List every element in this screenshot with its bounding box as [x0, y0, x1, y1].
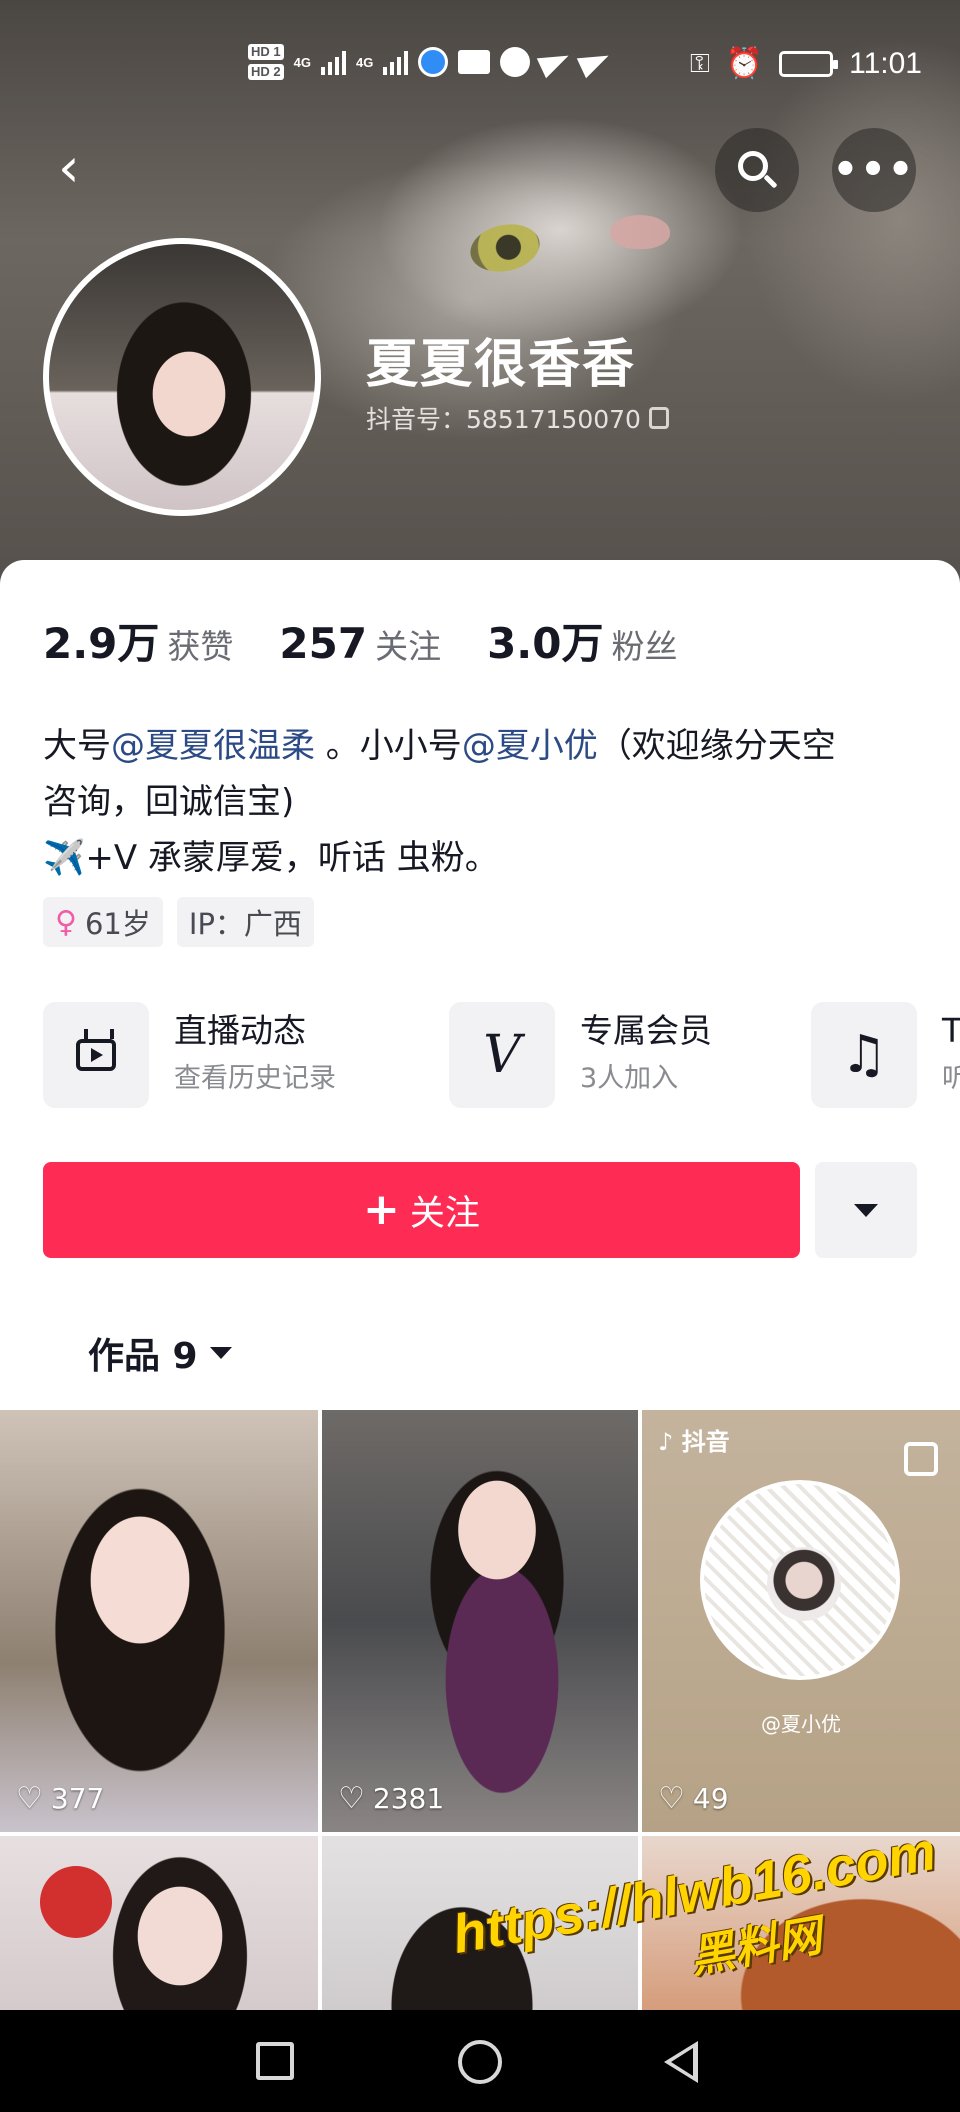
- profile-tags: ♀ 61岁 IP：广西: [43, 897, 314, 947]
- status-bar: HD 1 HD 2 4G 4G ⚿ ⏰ 11:01: [0, 40, 960, 92]
- entry-music-subtitle: 听: [942, 1063, 960, 1094]
- douyin-brand-text: 抖音: [681, 1428, 730, 1456]
- profile-bio: 大号@夏夏很温柔 。小小号@夏小优（欢迎缘分天空 咨询，回诚信宝) ✈️+V 承…: [43, 718, 923, 886]
- chevron-left-icon: ‹: [58, 136, 80, 199]
- like-count: ♡ 2381: [338, 1781, 444, 1816]
- video-thumb[interactable]: ♡ 2381: [322, 1410, 638, 1832]
- back-button[interactable]: ‹: [58, 140, 106, 196]
- douyin-id-text: 抖音号：58517150070: [366, 405, 641, 434]
- profile-stats: 2.9万 获赞 257 关注 3.0万 粉丝: [43, 610, 715, 671]
- hd2-badge: HD 2: [248, 64, 284, 80]
- bio-text: （欢迎缘分天空: [597, 726, 836, 766]
- recommend-dropdown-button[interactable]: [815, 1162, 917, 1258]
- bio-line-1: 大号@夏夏很温柔 。小小号@夏小优（欢迎缘分天空: [43, 718, 923, 774]
- ip-tag: IP：广西: [176, 897, 314, 947]
- bio-text: 。小小号: [315, 726, 462, 766]
- entry-live-subtitle: 查看历史记录: [174, 1063, 336, 1094]
- tv-icon: [76, 1039, 116, 1071]
- more-button[interactable]: •••: [832, 128, 916, 212]
- likes-label: 获赞: [167, 627, 234, 666]
- recents-icon[interactable]: [256, 2042, 294, 2080]
- entry-music[interactable]: ♫ T 听: [811, 1001, 960, 1109]
- hd1-badge: HD 1: [248, 44, 284, 60]
- multi-image-icon: [904, 1442, 938, 1476]
- followers-count[interactable]: 3.0万: [487, 610, 603, 671]
- douyin-brand: ♪ 抖音: [658, 1422, 730, 1457]
- douyin-id[interactable]: 抖音号：58517150070: [366, 400, 669, 436]
- video-thumb[interactable]: ♡ 377: [0, 1410, 318, 1832]
- like-number: 377: [50, 1782, 105, 1815]
- like-count: ♡ 377: [16, 1781, 104, 1816]
- copy-icon[interactable]: [648, 407, 669, 429]
- signal-icon-2: [383, 49, 409, 75]
- back-triangle-icon[interactable]: [664, 2041, 698, 2083]
- entry-live-title: 直播动态: [174, 1011, 306, 1050]
- more-dots-icon: •••: [832, 147, 916, 193]
- banner-cat-eye: [465, 218, 545, 278]
- battery-charging-icon: [779, 50, 839, 77]
- heart-icon: ♡: [658, 1781, 685, 1816]
- heart-icon: ♡: [338, 1781, 365, 1816]
- follow-label: 关注: [409, 1193, 480, 1234]
- tab-works[interactable]: 作品 9: [88, 1327, 232, 1379]
- profile-nickname: 夏夏很香香: [366, 335, 637, 395]
- search-button[interactable]: [715, 128, 799, 212]
- mail-icon: [458, 50, 491, 74]
- works-tab-label: 作品 9: [88, 1336, 198, 1377]
- profile-card: [0, 560, 960, 1412]
- follow-button[interactable]: + 关注: [43, 1162, 800, 1258]
- age-text: 61岁: [84, 907, 151, 941]
- search-icon: [738, 151, 768, 181]
- age-tag: ♀ 61岁: [43, 897, 163, 947]
- video-thumb[interactable]: ♪ 抖音 @夏小优 ♡ 49: [642, 1410, 960, 1832]
- bio-line-2: 咨询，回诚信宝): [43, 782, 295, 822]
- bio-line-3: ✈️+V 承蒙厚爱，听话 虫粉。: [43, 838, 499, 878]
- mention-link-main[interactable]: @夏夏很温柔: [111, 726, 315, 766]
- following-label[interactable]: 关注: [375, 620, 441, 668]
- qr-name: @夏小优: [761, 1712, 841, 1736]
- telegram-icon-2: [577, 45, 614, 79]
- status-time: 11:01: [849, 46, 922, 80]
- like-count: ♡ 49: [658, 1781, 729, 1816]
- net1-label: 4G: [293, 54, 311, 70]
- followers-label[interactable]: 粉丝: [611, 620, 677, 668]
- signal-icon: [320, 49, 346, 75]
- video-thumb[interactable]: [0, 1836, 318, 2010]
- banner-cat-nose: [610, 215, 670, 249]
- entry-membership-title: 专属会员: [580, 1011, 712, 1050]
- qr-avatar: [767, 1547, 841, 1621]
- entry-music-title: T: [942, 1011, 960, 1050]
- douyin-logo-icon: ♪: [658, 1428, 674, 1456]
- bio-text: 大号: [43, 726, 111, 766]
- heart-icon: ♡: [16, 1781, 43, 1816]
- like-number: 49: [692, 1782, 729, 1815]
- red-mask-prop: [40, 1866, 112, 1938]
- likes-count: 2.9万: [43, 619, 160, 668]
- caret-down-icon: [854, 1203, 878, 1217]
- key-icon: ⚿: [689, 47, 710, 78]
- qq-icon: [500, 47, 531, 77]
- mention-link-small[interactable]: @夏小优: [462, 726, 598, 766]
- app-notification-icon: [418, 47, 449, 77]
- ip-text: IP：广西: [188, 907, 302, 941]
- like-number: 2381: [372, 1782, 445, 1815]
- following-count[interactable]: 257: [279, 619, 367, 668]
- female-gender-icon: ♀: [55, 904, 77, 940]
- home-icon[interactable]: [458, 2040, 502, 2084]
- vip-v-icon: V: [483, 1025, 521, 1085]
- entry-membership[interactable]: V 专属会员 3人加入: [449, 1001, 712, 1109]
- entry-live[interactable]: 直播动态 查看历史记录: [43, 1001, 336, 1109]
- system-nav-bar: [0, 2010, 960, 2112]
- caret-down-icon: [209, 1347, 232, 1359]
- qr-code: [700, 1480, 900, 1680]
- avatar[interactable]: [43, 238, 321, 516]
- telegram-icon: [537, 45, 574, 79]
- plus-icon: +: [363, 1184, 400, 1235]
- net2-label: 4G: [355, 54, 374, 70]
- alarm-icon: ⏰: [725, 47, 764, 80]
- entry-membership-subtitle: 3人加入: [580, 1063, 679, 1094]
- music-note-icon: ♫: [840, 1025, 888, 1085]
- feature-entries: 直播动态 查看历史记录 V 专属会员 3人加入 ♫ T 听: [43, 1001, 960, 1111]
